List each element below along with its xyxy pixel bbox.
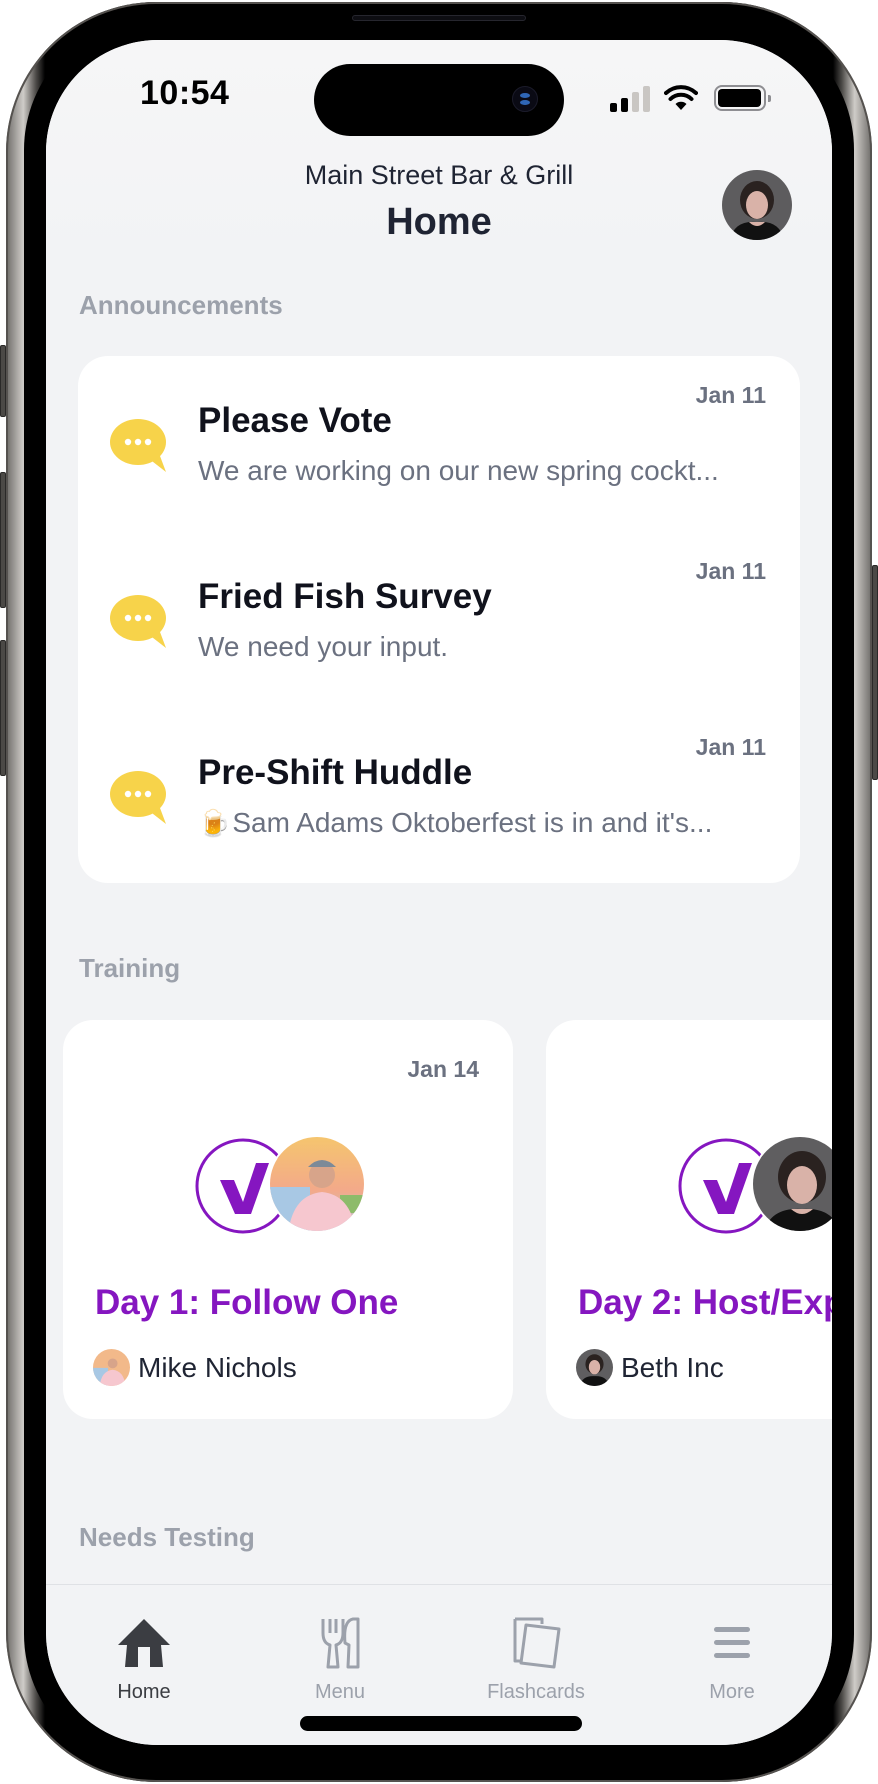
status-time: 10:54 bbox=[140, 74, 230, 112]
announcement-title: Fried Fish Survey bbox=[198, 577, 492, 616]
announcement-date: Jan 11 bbox=[695, 734, 766, 760]
announcement-item[interactable]: Pre-Shift Huddle 🍺Sam Adams Oktoberfest … bbox=[78, 708, 800, 884]
volume-down-button bbox=[0, 640, 6, 776]
wifi-icon bbox=[664, 85, 698, 110]
training-title: Day 1: Follow One bbox=[95, 1283, 399, 1322]
tab-menu[interactable]: Menu bbox=[242, 1585, 438, 1725]
trainer-name: Beth Inc bbox=[621, 1351, 724, 1383]
training-date: Jan 14 bbox=[407, 1056, 479, 1082]
profile-avatar[interactable] bbox=[722, 170, 792, 240]
announcement-title: Pre-Shift Huddle bbox=[198, 753, 473, 792]
page-title: Home bbox=[386, 201, 492, 243]
trainer-name: Mike Nichols bbox=[138, 1351, 297, 1383]
volume-up-button bbox=[0, 472, 6, 608]
training-title: Day 2: Host/Expo bbox=[578, 1283, 832, 1322]
hamburger-menu-icon bbox=[714, 1627, 750, 1658]
power-button bbox=[872, 565, 878, 780]
announcement-item[interactable]: Fried Fish Survey We need your input. Ja… bbox=[78, 532, 800, 708]
woman-photo-image bbox=[753, 1137, 832, 1231]
tab-more[interactable]: More bbox=[634, 1585, 830, 1725]
fork-knife-icon bbox=[321, 1617, 360, 1669]
trainer-info: Mike Nichols bbox=[93, 1349, 297, 1386]
announcement-title: Please Vote bbox=[198, 401, 392, 440]
woman-avatar-image bbox=[722, 170, 792, 240]
tab-flashcards[interactable]: Flashcards bbox=[438, 1585, 634, 1725]
announcement-date: Jan 11 bbox=[695, 382, 766, 408]
trainer-photo bbox=[268, 1135, 366, 1233]
trainer-avatar bbox=[93, 1349, 130, 1386]
announcement-date: Jan 11 bbox=[695, 558, 766, 584]
tab-home[interactable]: Home bbox=[46, 1585, 242, 1725]
announcements-section-label: Announcements bbox=[79, 290, 283, 320]
tab-label: More bbox=[709, 1681, 755, 1703]
announcement-preview: 🍺Sam Adams Oktoberfest is in and it's... bbox=[198, 807, 768, 839]
announcement-preview: We need your input. bbox=[198, 631, 449, 662]
announcement-preview: We are working on our new spring cockt..… bbox=[198, 455, 719, 486]
training-section-label: Training bbox=[79, 953, 181, 983]
dynamic-island bbox=[314, 64, 564, 136]
training-card[interactable]: Day 2: Host/Expo Beth Inc bbox=[546, 1020, 832, 1419]
home-icon bbox=[118, 1619, 170, 1667]
training-card[interactable]: Jan 14 Day 1: Follow One Mike Nichols bbox=[63, 1020, 513, 1419]
trainer-info: Beth Inc bbox=[576, 1349, 724, 1386]
announcement-preview-text: Sam Adams Oktoberfest is in and it's... bbox=[232, 807, 713, 838]
tab-label: Flashcards bbox=[487, 1681, 585, 1703]
camera-icon bbox=[512, 86, 538, 112]
earpiece-speaker bbox=[352, 15, 526, 21]
tab-label: Home bbox=[117, 1681, 171, 1703]
flashcards-icon bbox=[513, 1617, 561, 1669]
beer-mug-emoji: 🍺 bbox=[198, 808, 231, 838]
trainer-avatar bbox=[576, 1349, 613, 1386]
chat-bubble-icon bbox=[110, 595, 166, 648]
announcement-item[interactable]: Please Vote We are working on our new sp… bbox=[78, 356, 800, 532]
home-indicator[interactable] bbox=[300, 1716, 582, 1731]
cellular-signal-icon bbox=[610, 86, 654, 112]
chat-bubble-icon bbox=[110, 771, 166, 824]
chat-bubble-icon bbox=[110, 419, 166, 472]
tab-label: Menu bbox=[314, 1681, 366, 1703]
battery-icon bbox=[714, 85, 771, 111]
screen: 10:54 Main Street Bar & Grill Home Annou… bbox=[46, 40, 832, 1745]
company-name: Main Street Bar & Grill bbox=[304, 160, 574, 190]
man-photo-image bbox=[270, 1137, 364, 1231]
needs-testing-section-label: Needs Testing bbox=[79, 1522, 255, 1552]
announcements-card: Please Vote We are working on our new sp… bbox=[78, 356, 800, 883]
action-button bbox=[0, 345, 6, 417]
